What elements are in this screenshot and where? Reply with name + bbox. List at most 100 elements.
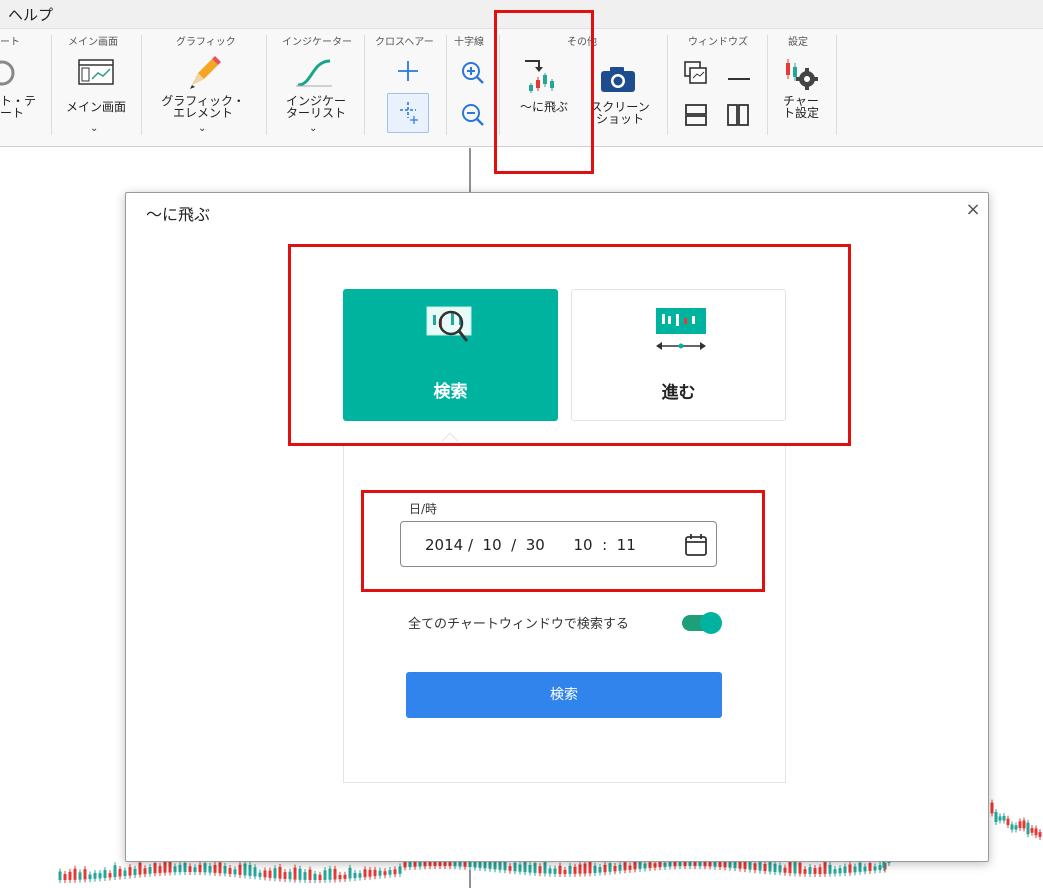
candle-body bbox=[113, 865, 117, 878]
candle-body bbox=[348, 867, 352, 879]
candle-body bbox=[328, 868, 332, 880]
candle-body bbox=[188, 866, 192, 873]
candle-body bbox=[433, 861, 437, 867]
candle-body bbox=[273, 868, 277, 879]
chart-template-button[interactable]: ト・テ ート bbox=[0, 95, 36, 119]
candle-body bbox=[843, 866, 847, 874]
candle-body bbox=[783, 867, 787, 873]
candle-body bbox=[838, 868, 842, 874]
candle-body bbox=[333, 868, 337, 880]
candle-body bbox=[603, 864, 607, 873]
chevron-down-icon[interactable]: ⌄ bbox=[90, 123, 98, 134]
candle-body bbox=[368, 869, 372, 877]
search-all-windows-toggle[interactable] bbox=[682, 612, 722, 634]
window-cascade-icon[interactable] bbox=[684, 61, 708, 85]
group-separator bbox=[836, 35, 837, 135]
candle-body bbox=[558, 865, 562, 874]
candle-body bbox=[758, 862, 762, 871]
candle-body bbox=[318, 874, 322, 880]
jump-to-button[interactable]: 〜に飛ぶ bbox=[510, 101, 578, 113]
chart-settings-icon[interactable] bbox=[783, 55, 821, 91]
candle-body bbox=[598, 867, 602, 873]
jump-to-candle-icon[interactable] bbox=[521, 57, 561, 97]
group-separator bbox=[499, 35, 500, 135]
mode-advance-card[interactable]: 進む bbox=[571, 289, 786, 421]
window-tile-vertical-icon[interactable] bbox=[726, 103, 750, 127]
candle-body bbox=[773, 863, 777, 873]
candle-body bbox=[568, 865, 572, 874]
candle-body bbox=[183, 862, 187, 873]
calendar-icon[interactable] bbox=[683, 532, 709, 558]
indicator-curve-icon[interactable] bbox=[294, 55, 334, 91]
zoom-in-icon[interactable] bbox=[461, 61, 485, 85]
candle-body bbox=[994, 811, 998, 822]
main-screen-icon[interactable] bbox=[78, 59, 114, 85]
group-title-indicator: インジケーター bbox=[282, 37, 352, 48]
advance-chart-icon bbox=[656, 308, 706, 350]
camera-icon[interactable] bbox=[600, 65, 636, 93]
candle-body bbox=[98, 873, 102, 879]
window-minimize-icon[interactable] bbox=[726, 63, 752, 83]
candle-body bbox=[313, 873, 317, 880]
crosshair-mode-button[interactable] bbox=[387, 93, 429, 133]
candle-body bbox=[643, 863, 647, 869]
candle-body bbox=[163, 861, 167, 873]
indicator-list-button[interactable]: インジケー ターリスト bbox=[276, 95, 356, 119]
candle-body bbox=[748, 860, 752, 870]
candle-body bbox=[538, 866, 542, 874]
screenshot-button[interactable]: スクリーン ショット bbox=[590, 101, 650, 125]
candle-body bbox=[73, 868, 77, 880]
candle-body bbox=[358, 873, 362, 878]
candle-body bbox=[213, 864, 217, 873]
candle-body bbox=[173, 866, 177, 873]
candle-body bbox=[533, 863, 537, 873]
menu-help[interactable]: ヘルプ bbox=[8, 4, 53, 25]
zoom-out-icon[interactable] bbox=[461, 103, 485, 127]
candle-body bbox=[198, 864, 202, 873]
candle-body bbox=[288, 871, 292, 880]
chevron-down-icon[interactable]: ⌄ bbox=[198, 123, 206, 134]
close-icon[interactable]: × bbox=[962, 199, 984, 221]
candle-body bbox=[393, 869, 397, 875]
candle-body bbox=[628, 865, 632, 870]
candle-body bbox=[303, 872, 307, 880]
candle-body bbox=[548, 868, 552, 874]
candle-body bbox=[778, 865, 782, 873]
jump-to-dialog: 〜に飛ぶ × 検索 進む 日/時 2014 / 10 / 30 10: 11 … bbox=[125, 192, 989, 862]
candle-body bbox=[263, 870, 267, 878]
pencil-icon[interactable] bbox=[184, 53, 224, 91]
candle-body bbox=[128, 867, 132, 876]
candle-body bbox=[1018, 821, 1022, 828]
candle-body bbox=[248, 864, 252, 876]
chart-template-icon[interactable] bbox=[0, 55, 18, 91]
graphic-element-button[interactable]: グラフィック・ エレメント bbox=[160, 95, 246, 119]
candle-body bbox=[998, 816, 1002, 821]
ribbon-toolbar: ート メイン画面 グラフィック インジケーター クロスヘアー 十字線 その他 ウ… bbox=[0, 29, 1043, 147]
datetime-value[interactable]: 2014 / 10 / 30 10 : 11 bbox=[425, 536, 636, 554]
datetime-input[interactable]: 2014 / 10 / 30 10 : 11 bbox=[400, 521, 717, 567]
chevron-down-icon[interactable]: ⌄ bbox=[309, 123, 317, 134]
candle-body bbox=[138, 862, 142, 875]
chart-settings-button[interactable]: チャー ト設定 bbox=[773, 95, 829, 119]
candle-body bbox=[63, 874, 67, 880]
search-button[interactable]: 検索 bbox=[406, 672, 722, 718]
candle-body bbox=[1022, 820, 1026, 829]
candle-body bbox=[608, 863, 612, 872]
candle-body bbox=[518, 864, 522, 872]
crosshair-icon[interactable] bbox=[396, 59, 420, 83]
candle-body bbox=[88, 874, 92, 880]
candle-body bbox=[338, 874, 342, 880]
window-tile-horizontal-icon[interactable] bbox=[684, 103, 708, 127]
candle-body bbox=[278, 866, 282, 879]
candle-body bbox=[1034, 828, 1038, 836]
main-screen-button[interactable]: メイン画面 bbox=[64, 101, 128, 113]
candle-body bbox=[208, 865, 212, 873]
group-title-graphic: グラフィック bbox=[176, 37, 236, 48]
candle-body bbox=[793, 862, 797, 874]
candle-body bbox=[848, 864, 852, 873]
datetime-label: 日/時 bbox=[409, 502, 438, 516]
group-separator bbox=[446, 35, 447, 135]
mode-search-card[interactable]: 検索 bbox=[343, 289, 558, 421]
candle-body bbox=[543, 861, 547, 874]
group-title-main-screen: メイン画面 bbox=[68, 37, 118, 48]
